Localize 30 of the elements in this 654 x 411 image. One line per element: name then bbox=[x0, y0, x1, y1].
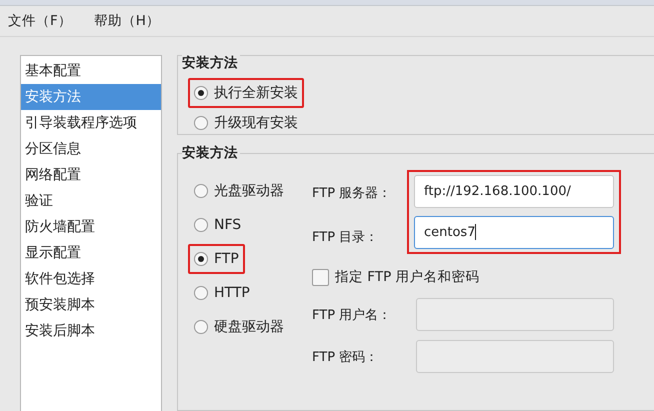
menu-item[interactable]: 帮助（H） bbox=[94, 12, 160, 30]
group-title: 安装方法 bbox=[182, 144, 240, 162]
field-label: FTP 服务器： bbox=[312, 185, 392, 203]
group-title: 安装方法 bbox=[182, 54, 240, 72]
radio-button[interactable]: HTTP bbox=[188, 278, 256, 308]
sidebar-item[interactable]: 防火墙配置 bbox=[21, 214, 161, 240]
radio-button[interactable]: NFS bbox=[188, 210, 248, 240]
radio-button[interactable]: 光盘驱动器 bbox=[188, 176, 290, 206]
sidebar-item[interactable]: 安装后脚本 bbox=[21, 318, 161, 344]
field-label: FTP 目录： bbox=[312, 229, 380, 247]
sidebar-item[interactable]: 引导装载程序选项 bbox=[21, 110, 161, 136]
radio-button[interactable]: FTP bbox=[188, 244, 245, 274]
input-field[interactable]: ftp://192.168.100.100/ bbox=[414, 175, 614, 208]
sidebar-item[interactable]: 网络配置 bbox=[21, 162, 161, 188]
sidebar-item[interactable]: 预安装脚本 bbox=[21, 292, 161, 318]
sidebar-item[interactable]: 验证 bbox=[21, 188, 161, 214]
sidebar-item[interactable]: 软件包选择 bbox=[21, 266, 161, 292]
radio-button[interactable]: 升级现有安装 bbox=[188, 108, 304, 138]
input-field[interactable]: centos7 bbox=[414, 216, 614, 249]
checkbox[interactable]: 指定 FTP 用户名和密码 bbox=[312, 268, 654, 286]
sidebar-item[interactable]: 基本配置 bbox=[21, 58, 161, 84]
checkbox-label: 指定 FTP 用户名和密码 bbox=[335, 268, 480, 286]
field-label: FTP 密码： bbox=[312, 348, 380, 366]
sidebar-item[interactable]: 显示配置 bbox=[21, 240, 161, 266]
text-cursor bbox=[475, 224, 476, 240]
sidebar-item[interactable]: 分区信息 bbox=[21, 136, 161, 162]
radio-button[interactable]: 执行全新安装 bbox=[188, 78, 304, 108]
menu-item[interactable]: 文件（F） bbox=[8, 12, 72, 30]
field-label: FTP 用户名： bbox=[312, 306, 392, 324]
radio-button[interactable]: 硬盘驱动器 bbox=[188, 312, 290, 342]
